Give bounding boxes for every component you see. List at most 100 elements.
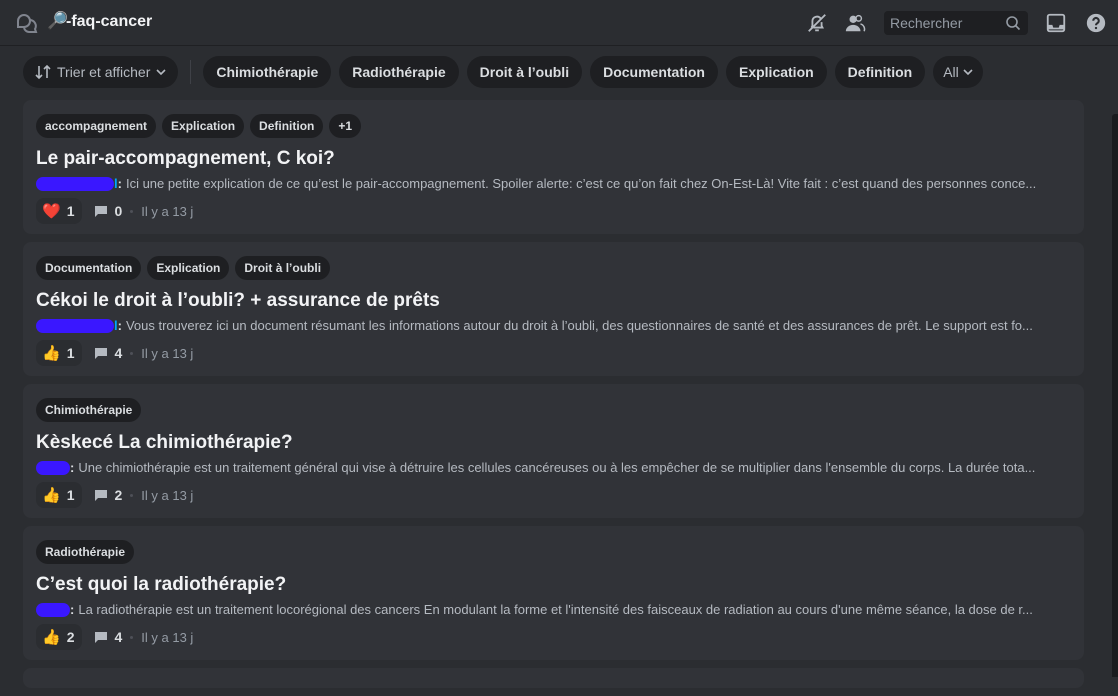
help-icon[interactable] bbox=[1085, 12, 1107, 34]
post-tag: Definition bbox=[250, 114, 324, 138]
tag-filter-explication[interactable]: Explication bbox=[725, 56, 827, 88]
reaction-button[interactable]: ❤️ 1 bbox=[36, 198, 83, 224]
forum-post-card[interactable]: Documentation Explication Droit à l’oubl… bbox=[23, 242, 1084, 376]
post-tags: Chimiothérapie bbox=[36, 398, 1071, 422]
forum-post-card[interactable]: Chimiothérapie Kèskecé La chimiothérapie… bbox=[23, 384, 1084, 518]
inbox-icon[interactable] bbox=[1045, 12, 1067, 34]
tag-filter-chimiotherapie[interactable]: Chimiothérapie bbox=[203, 56, 332, 88]
filter-bar: Trier et afficher Chimiothérapie Radioth… bbox=[23, 56, 991, 88]
author-name-redacted bbox=[36, 603, 70, 617]
tag-filter-radiotherapie[interactable]: Radiothérapie bbox=[339, 56, 459, 88]
separator-dot bbox=[130, 635, 134, 639]
post-tag: Droit à l’oubli bbox=[235, 256, 331, 280]
sort-and-view-button[interactable]: Trier et afficher bbox=[23, 56, 179, 88]
members-icon[interactable] bbox=[844, 12, 866, 34]
author-colon: : bbox=[117, 318, 122, 333]
author-name-redacted bbox=[36, 461, 70, 475]
post-timestamp: Il y a 13 j bbox=[141, 203, 194, 219]
comment-count: 4 bbox=[94, 629, 122, 645]
post-snippet: l : Ici une petite explication de ce qu’… bbox=[36, 175, 1071, 193]
post-meta: 👍 1 4 Il y a 13 j bbox=[36, 340, 1071, 366]
reaction-count: 1 bbox=[66, 487, 75, 503]
thumbs-up-emoji-icon: 👍 bbox=[42, 487, 61, 504]
comment-count-value: 2 bbox=[114, 487, 123, 503]
bell-muted-icon[interactable] bbox=[806, 12, 828, 34]
post-tag: accompagnement bbox=[36, 114, 157, 138]
chevron-down-icon bbox=[963, 69, 973, 76]
post-tag: Explication bbox=[162, 114, 245, 138]
sort-arrows-icon bbox=[35, 64, 51, 80]
post-title: Cékoi le droit à l’oubli? + assurance de… bbox=[36, 290, 440, 311]
post-tag: Explication bbox=[147, 256, 230, 280]
forum-channel-icon bbox=[17, 14, 38, 33]
search-input[interactable] bbox=[890, 15, 1002, 31]
post-tags: Documentation Explication Droit à l’oubl… bbox=[36, 256, 1071, 280]
forum-post-card[interactable]: Radiothérapie C’est quoi la radiothérapi… bbox=[23, 526, 1084, 660]
filter-divider bbox=[190, 60, 192, 84]
post-tags: Radiothérapie bbox=[36, 540, 1071, 564]
post-tag: Radiothérapie bbox=[36, 540, 135, 564]
tag-filter-droit-a-l-oubli[interactable]: Droit à l’oubli bbox=[466, 56, 583, 88]
post-title: Le pair-accompagnement, C koi? bbox=[36, 148, 335, 169]
thumbs-up-emoji-icon: 👍 bbox=[42, 345, 61, 362]
channel-header: 🔎 -faq-cancer bbox=[0, 0, 1118, 46]
post-snippet-text: Une chimiothérapie est un traitement gén… bbox=[78, 460, 1036, 475]
forum-post-list: accompagnement Explication Definition +1… bbox=[23, 100, 1084, 696]
post-snippet-text: Vous trouverez ici un document résumant … bbox=[125, 318, 1033, 333]
search-icon[interactable] bbox=[1005, 15, 1021, 31]
post-tag: Chimiothérapie bbox=[36, 398, 142, 422]
comment-icon bbox=[95, 490, 108, 501]
tag-filter-definition[interactable]: Definition bbox=[834, 56, 926, 88]
tag-filter-documentation[interactable]: Documentation bbox=[590, 56, 718, 88]
comment-icon bbox=[95, 348, 108, 359]
post-snippet-text: La radiothérapie est un traitement locor… bbox=[78, 602, 1033, 617]
reaction-count: 2 bbox=[66, 629, 75, 645]
post-title: Kèskecé La chimiothérapie? bbox=[36, 432, 293, 453]
comment-icon bbox=[95, 632, 108, 643]
post-meta: 👍 2 4 Il y a 13 j bbox=[36, 624, 1071, 650]
channel-name: -faq-cancer bbox=[66, 13, 153, 30]
post-meta: 👍 1 2 Il y a 13 j bbox=[36, 482, 1071, 508]
author-name-redacted bbox=[36, 319, 114, 333]
comment-count: 0 bbox=[94, 203, 122, 219]
forum-post-card[interactable]: accompagnement Explication Definition +1… bbox=[23, 100, 1084, 234]
separator-dot bbox=[130, 209, 134, 213]
author-colon: : bbox=[70, 602, 75, 617]
post-snippet-text: Ici une petite explication de ce qu’est … bbox=[125, 176, 1037, 191]
author-name-redacted bbox=[36, 177, 114, 191]
separator-dot bbox=[130, 351, 134, 355]
separator-dot bbox=[130, 493, 134, 497]
comment-count-value: 0 bbox=[114, 203, 123, 219]
comment-count: 2 bbox=[94, 487, 122, 503]
scrollbar[interactable] bbox=[1112, 114, 1118, 677]
author-colon: : bbox=[117, 176, 122, 191]
chevron-down-icon bbox=[156, 69, 166, 76]
post-tag: Documentation bbox=[36, 256, 142, 280]
post-timestamp: Il y a 13 j bbox=[141, 487, 194, 503]
post-tags: accompagnement Explication Definition +1 bbox=[36, 114, 1071, 138]
all-tags-label: All bbox=[943, 64, 959, 80]
reaction-count: 1 bbox=[66, 203, 75, 219]
all-tags-dropdown[interactable]: All bbox=[933, 56, 983, 88]
comment-count-value: 4 bbox=[114, 629, 123, 645]
post-snippet: : La radiothérapie est un traitement loc… bbox=[36, 601, 1071, 619]
post-title: C’est quoi la radiothérapie? bbox=[36, 574, 287, 595]
comment-count: 4 bbox=[94, 345, 122, 361]
reaction-count: 1 bbox=[66, 345, 75, 361]
thumbs-up-emoji-icon: 👍 bbox=[42, 629, 61, 646]
reaction-button[interactable]: 👍 2 bbox=[36, 624, 83, 650]
post-timestamp: Il y a 13 j bbox=[141, 345, 194, 361]
reaction-button[interactable]: 👍 1 bbox=[36, 340, 83, 366]
post-timestamp: Il y a 13 j bbox=[141, 629, 194, 645]
search-box[interactable] bbox=[884, 11, 1028, 35]
post-snippet: l : Vous trouverez ici un document résum… bbox=[36, 317, 1071, 335]
post-meta: ❤️ 1 0 Il y a 13 j bbox=[36, 198, 1071, 224]
channel-emoji: 🔎 bbox=[47, 11, 69, 30]
comment-count-value: 4 bbox=[114, 345, 123, 361]
forum-post-card-partial[interactable] bbox=[23, 668, 1084, 688]
author-colon: : bbox=[70, 460, 75, 475]
comment-icon bbox=[95, 206, 108, 217]
reaction-button[interactable]: 👍 1 bbox=[36, 482, 83, 508]
sort-label: Trier et afficher bbox=[57, 64, 151, 80]
heart-emoji-icon: ❤️ bbox=[42, 203, 61, 220]
